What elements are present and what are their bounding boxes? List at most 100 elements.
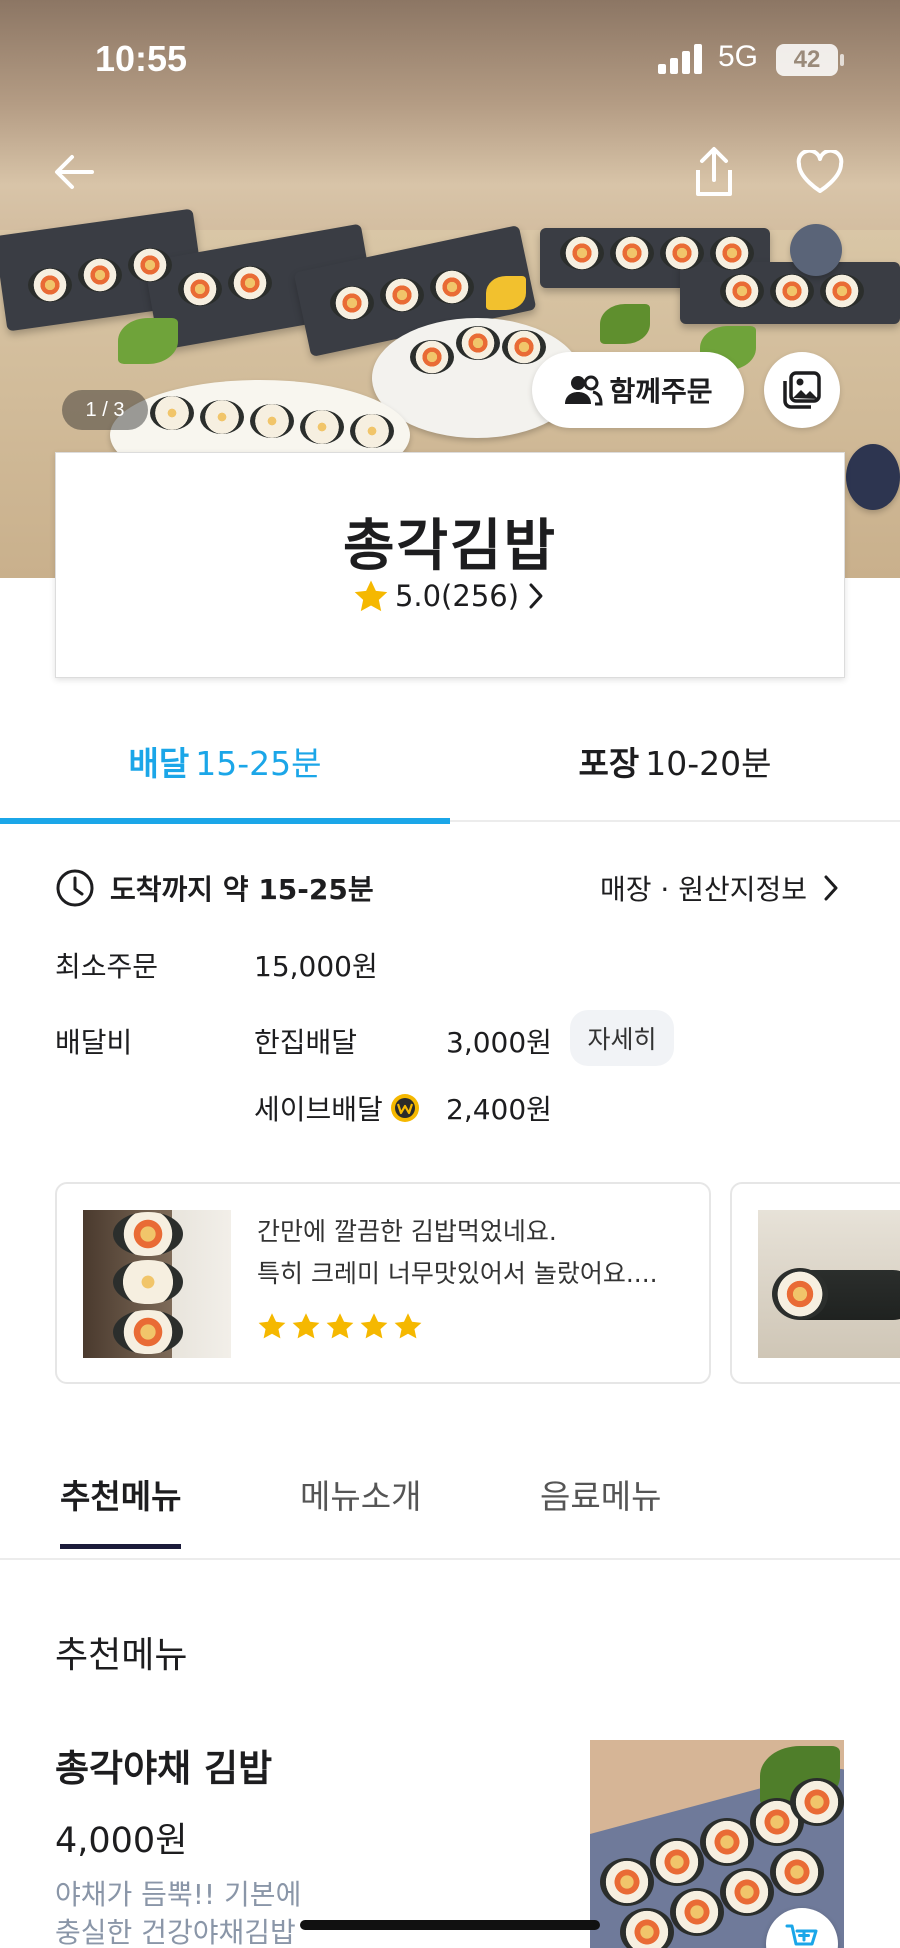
hero-kimbap bbox=[502, 330, 546, 364]
back-button[interactable] bbox=[44, 142, 104, 202]
star-icon bbox=[360, 1313, 388, 1339]
single-delivery-fee: 3,000원 bbox=[446, 1026, 552, 1059]
hero-kimbap bbox=[228, 266, 272, 300]
status-time: 10:55 bbox=[95, 38, 188, 79]
hero-leaf bbox=[600, 304, 650, 344]
review-kimbap bbox=[113, 1212, 183, 1256]
save-delivery-label: 세이브배달 bbox=[254, 1093, 383, 1126]
hero-kimbap bbox=[560, 236, 604, 270]
active-tab-indicator bbox=[0, 818, 450, 824]
share-button[interactable] bbox=[684, 142, 744, 202]
tab-drinks[interactable]: 음료메뉴 bbox=[540, 1470, 661, 1518]
hero-kimbap bbox=[78, 258, 122, 292]
save-delivery-fee: 2,400원 bbox=[446, 1093, 552, 1126]
hero-kimbap bbox=[410, 340, 454, 374]
delivery-tabs: 배달 15-25분 포장 10-20분 bbox=[0, 700, 900, 824]
home-indicator[interactable] bbox=[300, 1920, 600, 1930]
chevron-right-icon bbox=[824, 875, 838, 901]
signal-icon bbox=[658, 44, 702, 74]
store-rating-link[interactable]: 5.0(256) bbox=[56, 579, 844, 613]
hero-kimbap bbox=[300, 410, 344, 444]
back-arrow-icon bbox=[55, 155, 94, 189]
review-kimbap bbox=[113, 1260, 183, 1304]
single-delivery-label: 한집배달 bbox=[254, 1026, 358, 1059]
network-type: 5G bbox=[718, 40, 759, 73]
store-name: 총각김밥 bbox=[342, 514, 558, 579]
arrival-time: 도착까지 약 15-25분 bbox=[110, 868, 374, 908]
review-card[interactable]: 간만에 깔끔한 김밥먹었네요. 특히 크레미 너무맛있어서 놀랐어요.... bbox=[55, 1182, 711, 1384]
tab-recommended-label: 추천메뉴 bbox=[60, 1477, 182, 1516]
min-order-value: 15,000원 bbox=[254, 950, 378, 983]
hero-kimbap bbox=[380, 278, 424, 312]
menu-item-photo[interactable] bbox=[590, 1740, 844, 1948]
hero-kimbap bbox=[350, 414, 394, 448]
hero-vase bbox=[846, 444, 900, 510]
menu-kimbap bbox=[770, 1848, 824, 1896]
review-stars bbox=[257, 1312, 423, 1340]
tab-pickup[interactable]: 포장 10-20분 bbox=[450, 700, 900, 822]
hero-kimbap bbox=[28, 268, 72, 302]
star-icon bbox=[292, 1313, 320, 1339]
favorite-button[interactable] bbox=[790, 142, 850, 202]
hero-kimbap bbox=[430, 270, 474, 304]
menu-item-name[interactable]: 총각야채 김밥 bbox=[55, 1738, 272, 1792]
tab-delivery-label: 배달 bbox=[128, 744, 190, 783]
menu-kimbap bbox=[650, 1838, 704, 1886]
tab-delivery[interactable]: 배달 15-25분 bbox=[0, 700, 450, 824]
delivery-fee-detail-button[interactable]: 자세히 bbox=[570, 1010, 674, 1066]
review-text-line2: 특히 크레미 너무맛있어서 놀랐어요.... bbox=[257, 1259, 658, 1288]
won-coin-icon bbox=[390, 1094, 419, 1122]
menu-kimbap bbox=[620, 1908, 674, 1948]
star-icon bbox=[354, 580, 388, 612]
hero-kimbap bbox=[128, 248, 172, 282]
hero-kimbap bbox=[710, 236, 754, 270]
battery-icon bbox=[840, 54, 844, 66]
section-title: 추천메뉴 bbox=[55, 1635, 188, 1676]
photo-counter: 1 / 3 bbox=[62, 390, 148, 430]
tab-menu-intro[interactable]: 메뉴소개 bbox=[300, 1470, 421, 1518]
menu-kimbap bbox=[600, 1858, 654, 1906]
star-icon bbox=[258, 1313, 286, 1339]
hero-kimbap bbox=[150, 396, 194, 430]
hero-leaf bbox=[118, 318, 178, 364]
photo-gallery-button[interactable] bbox=[764, 352, 840, 428]
tab-menu-intro-label: 메뉴소개 bbox=[300, 1477, 422, 1516]
save-delivery-row: 세이브배달 bbox=[254, 1088, 421, 1128]
menu-kimbap bbox=[700, 1818, 754, 1866]
menu-item-description: 야채가 듬뿍!! 기본에 충실한 건강야채김밥 bbox=[55, 1876, 355, 1948]
battery-level: 42 bbox=[776, 44, 838, 76]
hero-leaf bbox=[486, 276, 526, 310]
clock-icon bbox=[56, 869, 94, 907]
menu-category-tabs: 추천메뉴 메뉴소개 음료메뉴 bbox=[0, 1440, 900, 1560]
hero-kimbap bbox=[330, 286, 374, 320]
menu-item-desc-line1: 야채가 듬뿍!! 기본에 bbox=[55, 1878, 302, 1911]
hero-kimbap bbox=[660, 236, 704, 270]
review-card-next[interactable] bbox=[730, 1182, 900, 1384]
menu-kimbap bbox=[720, 1868, 774, 1916]
people-icon bbox=[565, 375, 603, 406]
tab-recommended[interactable]: 추천메뉴 bbox=[60, 1470, 182, 1549]
arrival-value: 15-25분 bbox=[258, 873, 374, 906]
group-order-button[interactable]: 함께주문 bbox=[532, 352, 744, 428]
tab-delivery-time: 15-25분 bbox=[195, 744, 322, 783]
review-photo bbox=[758, 1210, 900, 1358]
review-kimbap bbox=[113, 1310, 183, 1354]
store-info-card: 총각김밥 5.0(256) bbox=[55, 452, 845, 678]
hero-kimbap bbox=[610, 236, 654, 270]
hero-vase bbox=[790, 224, 842, 276]
menu-kimbap bbox=[670, 1888, 724, 1936]
share-icon bbox=[696, 147, 732, 196]
hero-kimbap bbox=[200, 400, 244, 434]
hero-kimbap bbox=[820, 274, 864, 308]
menu-item-price: 4,000원 bbox=[55, 1821, 188, 1861]
menu-kimbap bbox=[790, 1778, 844, 1826]
min-order-label: 최소주문 bbox=[55, 950, 159, 983]
status-bar: 10:55 5G 42 bbox=[0, 0, 900, 120]
delivery-fee-label: 배달비 bbox=[55, 1026, 133, 1059]
active-tab-underline bbox=[60, 1544, 182, 1549]
store-origin-info-link[interactable]: 매장 · 원산지정보 bbox=[600, 868, 841, 908]
heart-icon bbox=[796, 150, 844, 193]
cart-add-icon bbox=[785, 1924, 818, 1946]
hero-kimbap bbox=[250, 404, 294, 438]
star-icon bbox=[326, 1313, 354, 1339]
